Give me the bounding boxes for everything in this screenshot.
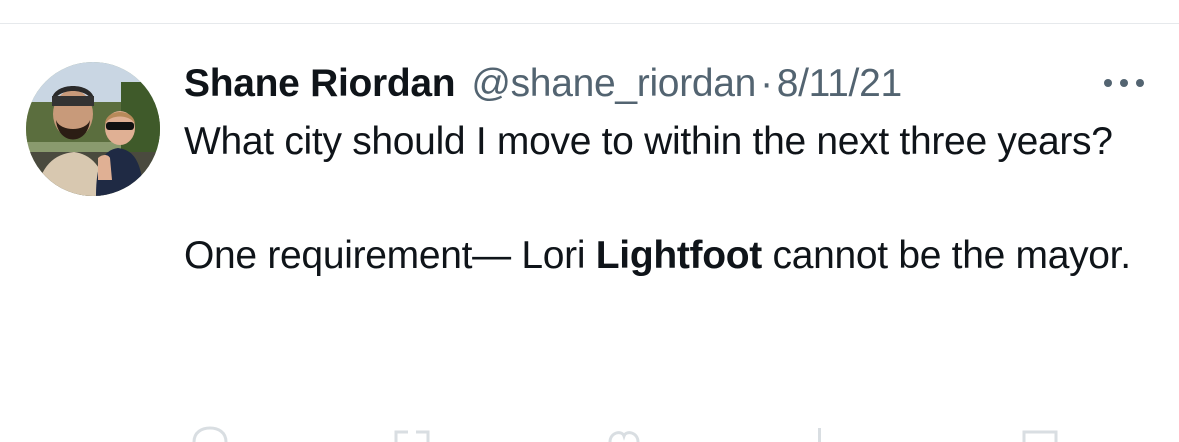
tweet[interactable]: Shane Riordan @shane_riordan · 8/11/21 W… (0, 24, 1179, 442)
reply-icon[interactable] (190, 426, 230, 442)
avatar[interactable] (26, 62, 160, 196)
tweet-date[interactable]: 8/11/21 (777, 62, 902, 106)
retweet-icon[interactable] (392, 426, 432, 442)
bold-text-segment: Lightfoot (595, 234, 763, 277)
tweet-text: What city should I move to within the ne… (184, 113, 1159, 284)
views-icon[interactable] (812, 426, 828, 442)
tweet-text-line-2: One requirement— Lori Lightfoot cannot b… (184, 227, 1159, 284)
separator-dot: · (760, 62, 773, 105)
heart-icon[interactable] (604, 426, 644, 442)
more-options-button[interactable] (1098, 68, 1150, 98)
text-segment: One requirement— Lori (184, 234, 596, 277)
tweet-header: Shane Riordan @shane_riordan · 8/11/21 (184, 56, 902, 112)
author-handle[interactable]: @shane_riordan (471, 62, 756, 106)
tweet-text-line-1: What city should I move to within the ne… (184, 120, 1113, 163)
more-horizontal-icon (1104, 79, 1144, 87)
author-name[interactable]: Shane Riordan (184, 62, 456, 106)
text-segment: cannot be the mayor. (761, 234, 1132, 277)
avatar-photo (26, 62, 160, 196)
share-icon[interactable] (1020, 426, 1060, 442)
tweet-actions (184, 422, 1144, 442)
